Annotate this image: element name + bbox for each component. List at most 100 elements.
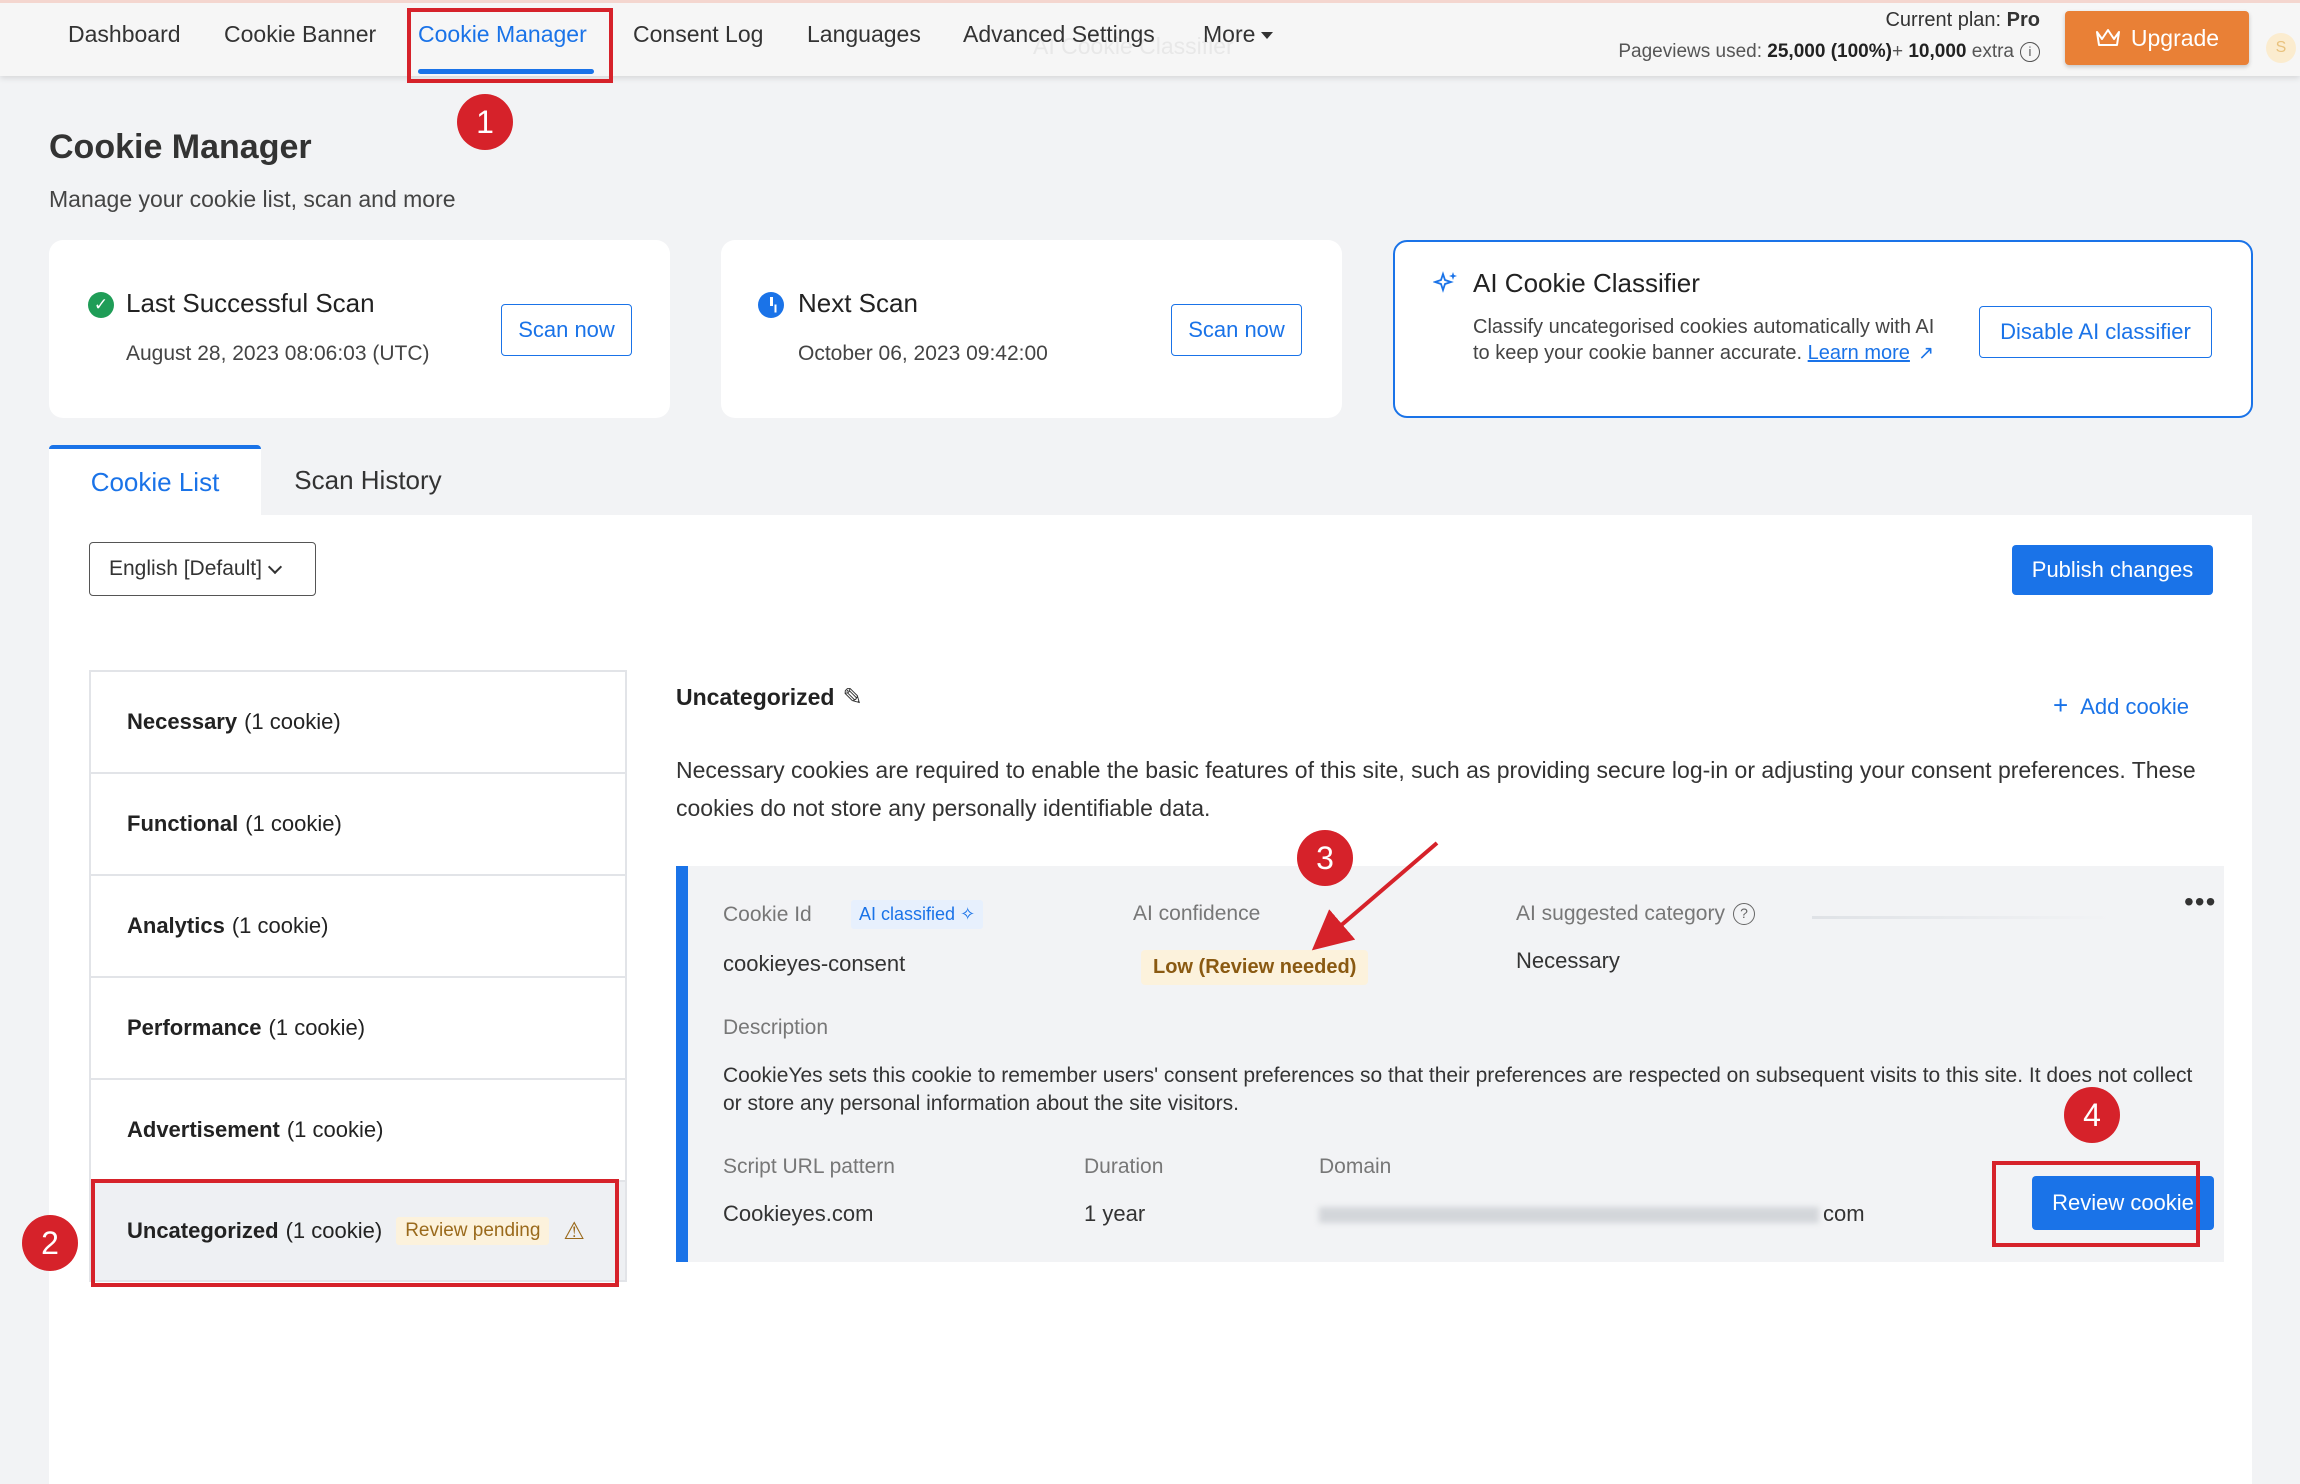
tab-scan-history[interactable]: Scan History: [261, 445, 475, 515]
category-description: Necessary cookies are required to enable…: [676, 757, 2196, 821]
category-count: (1 cookie): [245, 811, 342, 836]
annotation-badge-4: 4: [2064, 1087, 2120, 1143]
divider: [1812, 916, 2112, 919]
ai-confidence-label: AI confidence: [1133, 902, 1261, 925]
nav-more[interactable]: More: [1203, 21, 1274, 48]
last-scan-card: ✓ Last Successful Scan August 28, 2023 0…: [49, 240, 670, 418]
category-name: Functional: [127, 811, 239, 836]
clock-icon: [758, 292, 784, 318]
pageviews-prefix: Pageviews used:: [1618, 41, 1763, 62]
category-name: Analytics: [127, 913, 225, 938]
duration-value: 1 year: [1084, 1201, 1146, 1226]
cookie-id-value: cookieyes-consent: [723, 951, 906, 976]
category-count: (1 cookie): [244, 709, 341, 734]
learn-more-link[interactable]: Learn more: [1808, 342, 1910, 364]
ai-suggested-category-label: AI suggested category?: [1516, 902, 1755, 926]
ai-classifier-title: AI Cookie Classifier: [1473, 268, 1700, 298]
annotation-box-4: [1992, 1161, 2200, 1247]
annotation-badge-3: 3: [1297, 830, 1353, 886]
check-circle-icon: ✓: [88, 292, 114, 318]
cookie-description: CookieYes sets this cookie to remember u…: [723, 1064, 2193, 1115]
nav-languages[interactable]: Languages: [807, 21, 921, 48]
upgrade-label: Upgrade: [2130, 24, 2220, 51]
category-detail-title-text: Uncategorized: [676, 684, 835, 710]
external-link-icon[interactable]: ↗: [1918, 341, 1934, 367]
pageviews-used: 25,000 (100%): [1767, 41, 1892, 62]
add-cookie-label: Add cookie: [2080, 694, 2190, 719]
page-subtitle: Manage your cookie list, scan and more: [49, 186, 456, 212]
ai-classified-label: AI classified: [859, 904, 956, 924]
ai-classifier-description: Classify uncategorised cookies automatic…: [1473, 314, 1953, 367]
cookie-id-label: Cookie Id: [723, 903, 812, 926]
help-icon[interactable]: ?: [1732, 903, 1755, 926]
page-title: Cookie Manager: [49, 128, 312, 166]
disable-ai-classifier-button[interactable]: Disable AI classifier: [1979, 306, 2212, 358]
caret-down-icon: [1261, 32, 1274, 40]
pageviews-plus: +: [1891, 41, 1904, 62]
category-analytics[interactable]: Analytics (1 cookie): [89, 874, 627, 976]
ai-classified-badge: AI classified ✧: [851, 900, 984, 929]
info-icon[interactable]: i: [2020, 41, 2040, 62]
annotation-badge-2: 2: [22, 1215, 78, 1271]
current-plan: Current plan: Pro: [1885, 9, 2040, 32]
pageviews-extra: 10,000: [1908, 41, 1967, 62]
annotation-box-2: [91, 1179, 619, 1287]
tab-cookie-list[interactable]: Cookie List: [49, 445, 261, 515]
category-name: Advertisement: [127, 1117, 280, 1142]
category-name: Necessary: [127, 709, 238, 734]
script-url-value: Cookieyes.com: [723, 1201, 874, 1226]
ai-suggested-category-value: Necessary: [1516, 948, 1620, 973]
annotation-box-1: [407, 8, 613, 83]
nav-cookie-banner[interactable]: Cookie Banner: [224, 21, 376, 48]
ai-confidence-badge: Low (Review needed): [1141, 950, 1369, 985]
nav-more-label: More: [1203, 21, 1256, 47]
nav-dashboard[interactable]: Dashboard: [68, 21, 181, 48]
nav-consent-log[interactable]: Consent Log: [633, 21, 763, 48]
add-cookie-button[interactable]: + Add cookie: [2053, 690, 2189, 721]
next-scan-card: Next Scan October 06, 2023 09:42:00 Scan…: [721, 240, 1342, 418]
ai-classifier-card: AI Cookie Classifier Classify uncategori…: [1393, 240, 2253, 418]
pencil-icon[interactable]: ✎: [842, 683, 862, 712]
domain-suffix: com: [1823, 1201, 1865, 1226]
top-navigation-bar: Dashboard Cookie Banner Cookie Manager C…: [0, 0, 2300, 76]
redacted-text: [1319, 1207, 1819, 1224]
category-performance[interactable]: Performance (1 cookie): [89, 976, 627, 1078]
language-select-value: English [Default]: [109, 557, 262, 580]
nav-advanced-settings[interactable]: Advanced Settings: [963, 21, 1155, 48]
annotation-badge-1: 1: [457, 94, 513, 150]
more-options-icon[interactable]: •••: [2184, 886, 2216, 918]
category-advertisement[interactable]: Advertisement (1 cookie): [89, 1078, 627, 1180]
category-detail-title: Uncategorized ✎: [676, 683, 863, 712]
plan-name: Pro: [2006, 9, 2040, 31]
plus-icon: +: [2053, 690, 2069, 720]
pageviews-usage: Pageviews used: 25,000 (100%)+ 10,000 ex…: [1618, 41, 2040, 63]
description-label: Description: [723, 1016, 829, 1039]
category-count: (1 cookie): [231, 913, 329, 938]
scan-now-button[interactable]: Scan now: [501, 304, 632, 356]
sparkle-icon: [1433, 271, 1457, 293]
domain-label: Domain: [1319, 1155, 1392, 1178]
duration-label: Duration: [1084, 1155, 1164, 1178]
sparkle-icon: ✧: [960, 904, 976, 924]
publish-changes-button[interactable]: Publish changes: [2012, 545, 2213, 595]
scan-now-button-next[interactable]: Scan now: [1171, 304, 1302, 356]
avatar[interactable]: S: [2266, 33, 2296, 63]
pageviews-extra-suffix: extra: [1971, 41, 2014, 62]
upgrade-button[interactable]: Upgrade: [2065, 11, 2249, 65]
last-scan-date: August 28, 2023 08:06:03 (UTC): [126, 342, 430, 365]
chevron-down-icon: [267, 559, 282, 575]
last-scan-title: Last Successful Scan: [126, 288, 375, 318]
next-scan-date: October 06, 2023 09:42:00: [798, 342, 1048, 365]
ai-suggested-category-text: AI suggested category: [1516, 902, 1725, 925]
category-name: Performance: [127, 1015, 262, 1040]
category-count: (1 cookie): [286, 1117, 384, 1142]
category-count: (1 cookie): [268, 1015, 366, 1040]
next-scan-title: Next Scan: [798, 288, 918, 318]
category-necessary[interactable]: Necessary (1 cookie): [89, 670, 627, 772]
category-functional[interactable]: Functional (1 cookie): [89, 772, 627, 874]
plan-prefix: Current plan:: [1885, 9, 2002, 31]
domain-value: com: [1319, 1201, 1865, 1227]
crown-icon: [2095, 29, 2120, 46]
language-select[interactable]: English [Default]: [89, 542, 316, 596]
cookie-list-panel: English [Default] Publish changes Necess…: [49, 515, 2252, 1484]
